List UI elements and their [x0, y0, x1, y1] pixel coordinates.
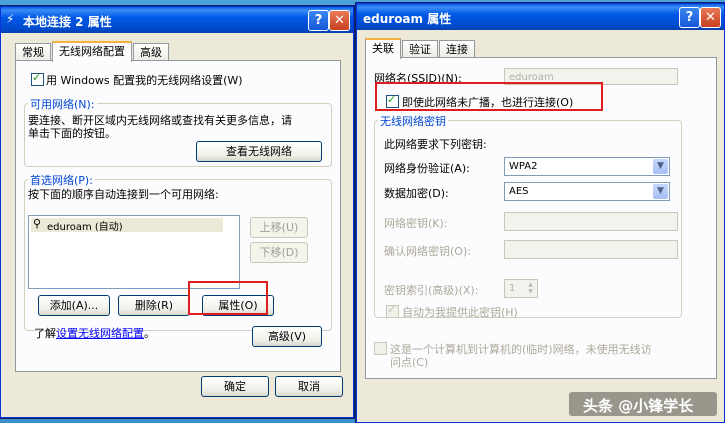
highlight-connect-checkbox — [375, 82, 603, 111]
left-window-title: 本地连接 2 属性 — [23, 15, 112, 29]
learn-suffix: 。 — [144, 327, 155, 340]
right-titlebar[interactable]: eduroam 属性 ? ✕ — [357, 4, 724, 30]
advanced-button[interactable]: 高级(V) — [252, 326, 322, 347]
add-button[interactable]: 添加(A)... — [38, 295, 110, 316]
network-key-input[interactable] — [504, 212, 678, 231]
close-button-right[interactable]: ✕ — [700, 7, 721, 28]
key-index-stepper[interactable]: 1 ▲ ▼ — [504, 279, 538, 298]
tab-wireless-config[interactable]: 无线网络配置 — [52, 41, 132, 62]
wireless-key-heading: 无线网络密钥 — [378, 113, 448, 129]
auth-select[interactable]: WPA2 ▼ — [504, 157, 670, 176]
close-button[interactable]: ✕ — [329, 10, 350, 31]
help-button-right[interactable]: ? — [679, 7, 700, 28]
network-key-label: 网络密钥(K): — [384, 217, 448, 230]
left-tab-page: 用 Windows 配置我的无线网络设置(W) 可用网络(N): 要连接、断开区… — [15, 60, 341, 372]
auto-key-checkbox[interactable] — [386, 303, 399, 318]
list-item[interactable]: ⚲ eduroam (自动) — [31, 217, 223, 233]
cancel-button[interactable]: 取消 — [275, 376, 343, 397]
adhoc-label-line-1: 这是一个计算机到计算机的(临时)网络，未使用无线访 — [390, 343, 652, 356]
help-button[interactable]: ? — [308, 10, 329, 31]
right-window-title: eduroam 属性 — [363, 12, 452, 26]
right-properties-window: eduroam 属性 ? ✕ 关联 验证 连接 网络名(SSID)(N): ed… — [356, 3, 725, 423]
learn-text: 了解设置无线网络配置。 — [34, 325, 155, 341]
move-up-button[interactable]: 上移(U) — [250, 217, 308, 238]
tab-general[interactable]: 常规 — [15, 43, 51, 61]
available-networks-desc-2: 单击下面的按钮。 — [28, 127, 116, 140]
spinner-icon[interactable]: ▲ ▼ — [525, 281, 536, 296]
auto-key-label: 自动为我提供此密钥(H) — [402, 306, 518, 319]
setup-wireless-link[interactable]: 设置无线网络配置 — [56, 327, 144, 340]
key-required-desc: 此网络要求下列密钥: — [384, 138, 487, 151]
view-wireless-networks-button[interactable]: 查看无线网络 — [196, 141, 322, 162]
auth-label: 网络身份验证(A): — [384, 162, 470, 175]
auth-value: WPA2 — [509, 161, 538, 172]
confirm-key-label: 确认网络密钥(O): — [384, 245, 471, 258]
preferred-networks-desc: 按下面的顺序自动连接到一个可用网络: — [28, 188, 219, 201]
tab-connection[interactable]: 连接 — [439, 40, 475, 58]
left-properties-window: ⚡ 本地连接 2 属性 ? ✕ 常规 无线网络配置 高级 用 Windows 配… — [0, 6, 354, 418]
tab-association[interactable]: 关联 — [365, 38, 401, 59]
use-windows-config-checkbox[interactable] — [31, 71, 44, 86]
move-down-button[interactable]: 下移(D) — [250, 242, 308, 263]
encrypt-select[interactable]: AES ▼ — [504, 182, 670, 201]
remove-button[interactable]: 删除(R) — [118, 295, 190, 316]
tab-advanced[interactable]: 高级 — [133, 43, 169, 61]
confirm-key-input[interactable] — [504, 240, 678, 259]
highlight-properties-button — [188, 281, 268, 315]
network-icon: ⚡ — [6, 12, 15, 26]
learn-prefix: 了解 — [34, 327, 56, 340]
use-windows-config-label: 用 Windows 配置我的无线网络设置(W) — [46, 74, 243, 87]
preferred-network-list[interactable]: ⚲ eduroam (自动) — [28, 215, 240, 289]
watermark-text: 头条 @小锋学长 — [583, 397, 694, 415]
network-name: eduroam (自动) — [47, 222, 123, 233]
adhoc-checkbox[interactable] — [374, 342, 387, 355]
tab-authentication[interactable]: 验证 — [402, 40, 438, 58]
left-titlebar[interactable]: ⚡ 本地连接 2 属性 ? ✕ — [1, 7, 353, 33]
chevron-down-icon: ▼ — [653, 159, 668, 174]
chevron-down-icon: ▼ — [653, 184, 668, 199]
key-index-label: 密钥索引(高级)(X): — [384, 284, 479, 297]
adhoc-label-line-2: 问点(C) — [390, 356, 429, 369]
ok-button[interactable]: 确定 — [201, 376, 269, 397]
encrypt-label: 数据加密(D): — [384, 187, 449, 200]
wireless-network-icon: ⚲ — [33, 217, 42, 230]
available-networks-heading: 可用网络(N): — [28, 96, 97, 112]
encrypt-value: AES — [509, 186, 529, 197]
key-index-value: 1 — [509, 283, 516, 294]
